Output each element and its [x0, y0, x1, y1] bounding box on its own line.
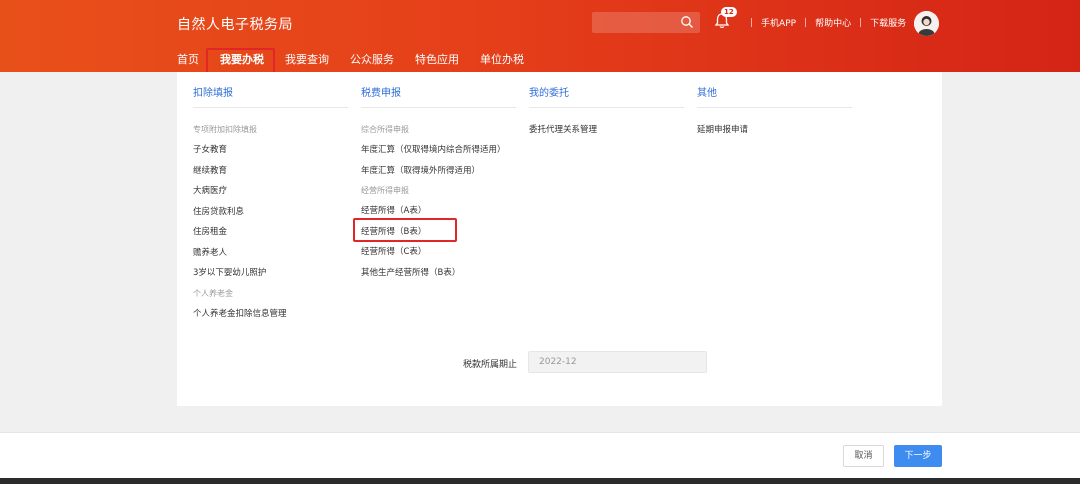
- menu-group-label: 综合所得申报: [361, 125, 409, 134]
- user-avatar-icon: [914, 11, 939, 36]
- item-highlight-box: [353, 218, 457, 242]
- download-link[interactable]: 下载服务: [870, 16, 906, 29]
- column-title[interactable]: 税费申报: [361, 84, 516, 108]
- top-links: | 手机APP | 帮助中心 | 下载服务: [742, 16, 906, 30]
- column-title[interactable]: 其他: [697, 84, 852, 108]
- menu-column-deduction: 扣除填报 专项附加扣除填报子女教育 继续教育 大病医疗 住房贷款利息 住房租金 赡养老人 3…: [193, 84, 348, 324]
- nav-unit-tax[interactable]: 单位办税: [480, 51, 524, 67]
- period-label: 税款所属期止: [463, 360, 518, 370]
- menu-item[interactable]: 赡养老人: [193, 243, 348, 264]
- mobile-app-link[interactable]: 手机APP: [761, 16, 796, 29]
- cancel-button[interactable]: 取消: [843, 445, 884, 467]
- menu-item[interactable]: 年度汇算（仅取得境内综合所得适用）: [361, 140, 516, 161]
- nav-home[interactable]: 首页: [177, 51, 199, 67]
- top-header: 自然人电子税务局 12 | 手机APP | 帮助中心 | 下载服务 首页 我要办…: [0, 0, 1080, 72]
- menu-item[interactable]: 住房租金: [193, 222, 348, 243]
- menu-item[interactable]: 3岁以下婴幼儿照护: [193, 263, 348, 284]
- menu-column-delegation: 我的委托 委托代理关系管理: [529, 84, 684, 141]
- menu-item[interactable]: 延期申报申请: [697, 120, 852, 141]
- menu-item[interactable]: 个人养老金扣除信息管理: [193, 304, 348, 325]
- bottom-strip: [0, 478, 1080, 484]
- menu-item[interactable]: 子女教育: [193, 140, 348, 161]
- nav-query[interactable]: 我要查询: [285, 51, 329, 67]
- column-title[interactable]: 我的委托: [529, 84, 684, 108]
- menu-group-label: 经营所得申报: [361, 186, 409, 195]
- nav-special-apps[interactable]: 特色应用: [415, 51, 459, 67]
- period-input[interactable]: 2022-12: [528, 351, 707, 373]
- menu-list: 专项附加扣除填报子女教育 继续教育 大病医疗 住房贷款利息 住房租金 赡养老人 3岁以下婴幼…: [193, 120, 348, 324]
- menu-item[interactable]: 年度汇算（取得境外所得适用）: [361, 161, 516, 182]
- menu-list: 延期申报申请: [697, 120, 852, 141]
- search-input[interactable]: [592, 12, 700, 33]
- search-icon[interactable]: [680, 15, 694, 29]
- menu-list: 委托代理关系管理: [529, 120, 684, 141]
- menu-group-label: 专项附加扣除填报: [193, 125, 257, 134]
- divider: |: [750, 17, 754, 28]
- menu-item[interactable]: 大病医疗: [193, 181, 348, 202]
- nav-public-service[interactable]: 公众服务: [350, 51, 394, 67]
- menu-item[interactable]: 经营所得（C表）: [361, 242, 516, 263]
- menu-column-declaration: 税费申报 综合所得申报年度汇算（仅取得境内综合所得适用） 年度汇算（取得境外所得适…: [361, 84, 516, 283]
- menu-item[interactable]: 其他生产经营所得（B表）: [361, 263, 516, 284]
- notification-badge: 12: [721, 7, 737, 17]
- divider: |: [859, 17, 863, 28]
- menu-item[interactable]: 住房贷款利息: [193, 202, 348, 223]
- next-step-button[interactable]: 下一步: [894, 445, 942, 467]
- site-title[interactable]: 自然人电子税务局: [177, 14, 293, 34]
- menu-group-label: 个人养老金: [193, 288, 233, 298]
- menu-column-other: 其他 延期申报申请: [697, 84, 852, 141]
- menu-list: 综合所得申报年度汇算（仅取得境内综合所得适用） 年度汇算（取得境外所得适用） 经营所…: [361, 120, 516, 283]
- avatar[interactable]: [914, 11, 939, 36]
- help-center-link[interactable]: 帮助中心: [815, 16, 851, 29]
- column-title[interactable]: 扣除填报: [193, 84, 348, 108]
- divider: |: [804, 17, 808, 28]
- menu-item[interactable]: 委托代理关系管理: [529, 120, 684, 141]
- dropdown-menu-panel: 扣除填报 专项附加扣除填报子女教育 继续教育 大病医疗 住房贷款利息 住房租金 赡养老人 3…: [177, 72, 942, 346]
- menu-item[interactable]: 继续教育: [193, 161, 348, 182]
